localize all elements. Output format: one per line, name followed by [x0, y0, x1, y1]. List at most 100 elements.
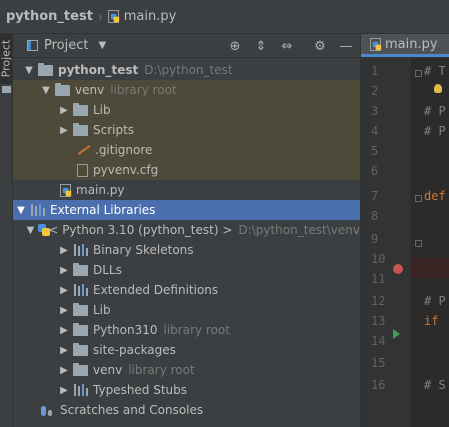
folder-icon — [38, 62, 53, 76]
project-panel-title[interactable]: Project — [44, 38, 88, 53]
folder-icon — [73, 342, 88, 356]
tree-item-dlls[interactable]: ▶ DLLs — [13, 260, 360, 280]
tree-item-venv-lib[interactable]: ▶ Lib — [13, 100, 360, 120]
config-file-icon — [77, 163, 88, 177]
code-line[interactable]: # P — [411, 291, 449, 311]
chevron-right-icon[interactable]: ▶ — [58, 105, 70, 116]
line-number: 12 — [371, 294, 386, 308]
breakpoint-line-highlight — [411, 258, 449, 278]
python-file-icon — [370, 37, 382, 51]
code-line[interactable]: # S — [411, 375, 449, 395]
line-number: 10 — [371, 252, 386, 266]
line-number: 3 — [371, 104, 379, 118]
tree-item-sublabel: library root — [128, 363, 195, 377]
tree-item-label: External Libraries — [50, 203, 156, 217]
hide-panel-icon[interactable]: — — [337, 37, 355, 55]
gitignore-file-icon — [77, 144, 91, 156]
tree-item-project-root[interactable]: ▼ python_test D:\python_test — [13, 60, 360, 80]
lightbulb-icon[interactable] — [434, 84, 442, 93]
line-number: 14 — [371, 334, 386, 348]
tree-item-binary-skeletons[interactable]: ▶ Binary Skeletons — [13, 240, 360, 260]
chevron-down-icon[interactable]: ▼ — [15, 205, 27, 216]
tree-item-sdk-venv[interactable]: ▶ venv library root — [13, 360, 360, 380]
folder-icon — [73, 262, 88, 276]
project-view-icon — [27, 40, 38, 51]
tree-item-sublabel: library root — [110, 83, 177, 97]
fold-marker-icon[interactable] — [415, 195, 422, 202]
code-line[interactable]: if — [411, 311, 449, 331]
tree-item-external-libraries[interactable]: ▼ External Libraries — [13, 200, 360, 220]
line-number: 6 — [371, 164, 379, 178]
line-number: 15 — [371, 356, 386, 370]
library-icon — [73, 384, 88, 396]
line-number: 2 — [371, 84, 379, 98]
tree-item-label: Lib — [93, 103, 111, 117]
tree-item-python310[interactable]: ▶ Python310 library root — [13, 320, 360, 340]
project-tool-tab-label[interactable]: Project — [0, 37, 13, 81]
line-number: 16 — [371, 378, 386, 392]
project-panel: Project ▼ ⊕ ⇕ ⇔ ⚙ — ▼ python_test D:\pyt… — [13, 34, 360, 427]
tree-item-pyvenv-cfg[interactable]: pyvenv.cfg — [13, 160, 360, 180]
expand-all-icon[interactable]: ⇕ — [252, 37, 270, 55]
chevron-right-icon[interactable]: ▶ — [58, 245, 70, 256]
line-number: 7 — [371, 189, 379, 203]
chevron-right-icon[interactable]: ▶ — [58, 265, 70, 276]
code-line[interactable]: # P — [411, 121, 449, 141]
chevron-down-icon[interactable]: ▼ — [27, 225, 35, 236]
editor-tab-main-py[interactable]: main.py — [361, 34, 449, 57]
library-icon — [73, 284, 88, 296]
tree-item-main-py[interactable]: main.py — [13, 180, 360, 200]
editor-tab-bar: main.py — [361, 34, 449, 58]
line-number: 13 — [371, 314, 386, 328]
folder-icon — [73, 302, 88, 316]
collapse-all-icon[interactable]: ⇔ — [278, 37, 296, 55]
chevron-right-icon[interactable]: ▶ — [58, 385, 70, 396]
fold-marker-icon[interactable] — [415, 240, 422, 247]
breadcrumb-project[interactable]: python_test — [6, 9, 93, 24]
breadcrumb-file[interactable]: main.py — [107, 9, 177, 24]
tree-item-label: Python310 — [93, 323, 158, 337]
scratches-icon — [39, 404, 55, 416]
chevron-down-icon[interactable]: ▼ — [23, 65, 35, 76]
tree-item-label: .gitignore — [95, 143, 153, 157]
chevron-right-icon[interactable]: ▶ — [58, 365, 70, 376]
tree-item-scripts[interactable]: ▶ Scripts — [13, 120, 360, 140]
folder-icon — [55, 82, 70, 96]
line-number: 9 — [371, 232, 379, 246]
tree-item-typeshed-stubs[interactable]: ▶ Typeshed Stubs — [13, 380, 360, 400]
project-panel-header: Project ▼ ⊕ ⇕ ⇔ ⚙ — — [13, 34, 360, 58]
run-icon[interactable] — [393, 329, 400, 339]
fold-marker-icon[interactable] — [415, 70, 422, 77]
tree-item-scratches[interactable]: Scratches and Consoles — [13, 400, 360, 420]
tree-item-site-packages[interactable]: ▶ site-packages — [13, 340, 360, 360]
tree-item-label: pyvenv.cfg — [93, 163, 159, 177]
locate-file-icon[interactable]: ⊕ — [226, 37, 244, 55]
tree-item-venv[interactable]: ▼ venv library root — [13, 80, 360, 100]
chevron-right-icon[interactable]: ▶ — [58, 125, 70, 136]
breakpoint-icon[interactable] — [393, 264, 403, 274]
chevron-right-icon[interactable]: ▶ — [58, 285, 70, 296]
tree-item-python-sdk[interactable]: ▼ < Python 3.10 (python_test) > D:\pytho… — [13, 220, 360, 240]
code-line[interactable]: # P — [411, 101, 449, 121]
tree-item-label: Binary Skeletons — [93, 243, 194, 257]
tree-item-label: main.py — [76, 183, 125, 197]
gear-icon[interactable]: ⚙ — [311, 37, 329, 55]
tree-item-sublabel: library root — [163, 323, 230, 337]
chevron-right-icon[interactable]: ▶ — [58, 305, 70, 316]
tree-item-label: venv — [93, 363, 123, 377]
tree-item-gitignore[interactable]: .gitignore — [13, 140, 360, 160]
line-number: 11 — [371, 272, 386, 286]
folder-icon — [73, 322, 88, 336]
tree-item-label: Extended Definitions — [93, 283, 219, 297]
breadcrumb-file-label: main.py — [123, 9, 177, 24]
chevron-right-icon[interactable]: ▶ — [58, 325, 70, 336]
chevron-right-icon[interactable]: ▶ — [58, 345, 70, 356]
line-number: 5 — [371, 144, 379, 158]
chevron-down-icon[interactable]: ▼ — [98, 40, 106, 51]
tree-item-sdk-lib[interactable]: ▶ Lib — [13, 300, 360, 320]
navigation-bar: python_test › main.py — [0, 0, 449, 34]
chevron-down-icon[interactable]: ▼ — [40, 85, 52, 96]
tree-item-extended-definitions[interactable]: ▶ Extended Definitions — [13, 280, 360, 300]
tree-item-label: Scripts — [93, 123, 135, 137]
tree-item-label: < Python 3.10 (python_test) > — [48, 223, 233, 237]
